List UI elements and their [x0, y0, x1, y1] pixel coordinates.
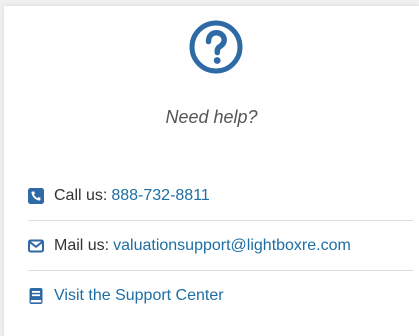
help-title: Need help?: [165, 107, 258, 127]
mail-us-label: Mail us:: [54, 236, 110, 254]
call-us-label: Call us:: [54, 186, 108, 204]
contact-row-phone: Call us: 888-732-8811: [28, 171, 413, 221]
phone-icon: [28, 187, 44, 204]
envelope-icon: [28, 238, 44, 254]
contact-row-support: Visit the Support Center: [28, 271, 413, 320]
contact-list: Call us: 888-732-8811 Mail us: valuation…: [28, 171, 413, 320]
contact-row-email: Mail us: valuationsupport@lightboxre.com: [28, 221, 413, 271]
support-center-link[interactable]: Visit the Support Center: [54, 287, 224, 305]
help-card: Need help? Call us: 888-732-8811 Mail us…: [4, 6, 419, 336]
book-icon: [28, 287, 44, 304]
phone-link[interactable]: 888-732-8811: [111, 187, 209, 205]
question-circle-icon: [189, 20, 243, 74]
email-link[interactable]: valuationsupport@lightboxre.com: [113, 237, 351, 255]
